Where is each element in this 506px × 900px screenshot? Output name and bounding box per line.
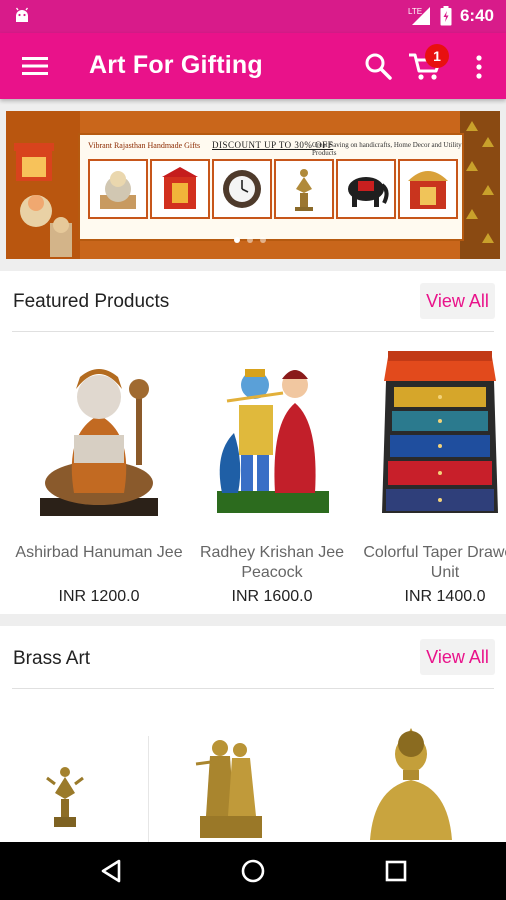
- product-price: INR 1400.0: [404, 588, 486, 605]
- product-image-brass-dancer[interactable]: [30, 722, 100, 842]
- product-image-brass-radha-krishna[interactable]: [186, 722, 276, 842]
- banner-tile-ganesha: [88, 159, 148, 219]
- banner-decoration-left: [6, 111, 80, 259]
- app-title: Art For Gifting: [89, 51, 263, 79]
- home-icon[interactable]: [238, 856, 268, 886]
- banner-panel: Vibrant Rajasthan Handmade Gifts DISCOUN…: [78, 133, 464, 241]
- cart-badge: 1: [425, 44, 449, 68]
- product-image-brass-buddha[interactable]: [366, 722, 456, 842]
- product-name: Colorful Taper Drawers Unit: [363, 544, 506, 581]
- featured-products-section: Featured Products View All Ashirbad Hanu…: [0, 271, 506, 614]
- view-all-brass-button[interactable]: View All: [420, 639, 495, 675]
- product-price: INR 1600.0: [231, 588, 313, 605]
- divider: [12, 688, 494, 689]
- recent-apps-icon[interactable]: [381, 856, 411, 886]
- network-label: LTE: [408, 7, 422, 16]
- product-image-radha-krishna: [217, 369, 329, 513]
- carousel-dot-active[interactable]: [234, 237, 240, 243]
- carousel-indicator: [234, 237, 266, 243]
- product-name: Ashirbad Hanuman Jee: [15, 544, 183, 561]
- divider: [12, 331, 494, 332]
- carousel-dot[interactable]: [247, 237, 253, 243]
- product-name: Radhey Krishan Jee Peacock: [199, 544, 345, 581]
- view-all-featured-button[interactable]: View All: [420, 283, 495, 319]
- product-image-drawers: [382, 351, 498, 513]
- back-icon[interactable]: [97, 856, 127, 886]
- section-title-brass: Brass Art: [13, 648, 91, 669]
- banner-tile-mandir: [398, 159, 458, 219]
- carousel-dot[interactable]: [260, 237, 266, 243]
- banner-carousel[interactable]: Vibrant Rajasthan Handmade Gifts DISCOUN…: [6, 111, 500, 259]
- overflow-menu-icon[interactable]: [472, 53, 486, 81]
- banner-tile-dancer: [274, 159, 334, 219]
- clock: 6:40: [459, 6, 494, 25]
- status-bar: LTE 6:40: [0, 0, 506, 33]
- banner-tile-clock: [212, 159, 272, 219]
- brass-art-section: Brass Art View All: [0, 626, 506, 842]
- divider: [148, 736, 149, 842]
- search-icon[interactable]: [364, 52, 392, 80]
- banner-decoration-right: [460, 111, 500, 259]
- signal-icon: LTE: [408, 7, 430, 25]
- product-image-hanuman: [40, 369, 158, 516]
- android-icon: [15, 7, 29, 22]
- banner-tile-elephant: [336, 159, 396, 219]
- section-title-featured: Featured Products: [13, 291, 170, 312]
- battery-icon: [440, 6, 452, 26]
- banner-brand-text: Vibrant Rajasthan Handmade Gifts: [88, 141, 201, 150]
- banner-tagline-text: Great Saving on handicrafts, Home Decor …: [312, 141, 462, 157]
- product-price: INR 1200.0: [58, 588, 140, 605]
- menu-icon[interactable]: [22, 54, 48, 78]
- app-bar: Art For Gifting 1: [0, 33, 506, 99]
- banner-tile-temple: [150, 159, 210, 219]
- system-nav-bar: [0, 842, 506, 900]
